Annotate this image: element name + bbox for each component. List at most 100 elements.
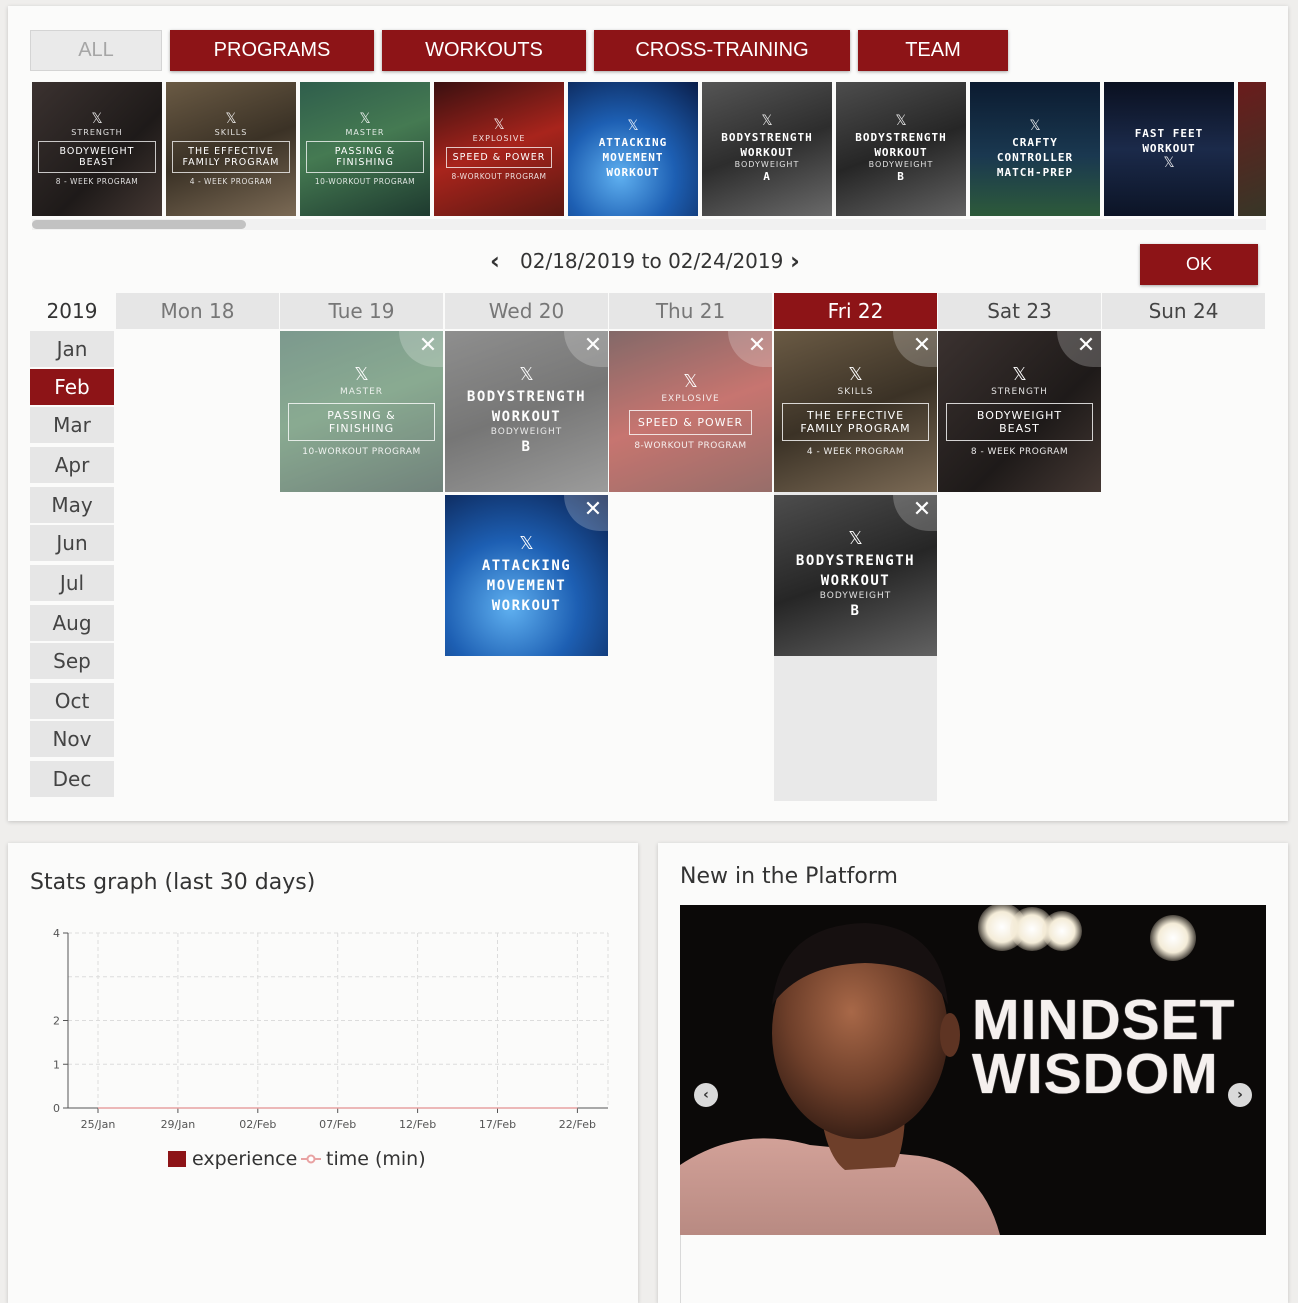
x-tick-label: 07/Feb — [319, 1118, 356, 1131]
brand-logo-icon: 𝕏 — [761, 113, 773, 129]
day-header-thu: Thu 21 — [609, 293, 772, 329]
chevron-left-icon[interactable]: ‹ — [694, 1083, 718, 1107]
program-carousel[interactable]: 𝕏 STRENGTH BODYWEIGHT BEAST 8 - WEEK PRO… — [32, 82, 1266, 217]
month-may[interactable]: May — [30, 487, 114, 523]
x-tick-label: 17/Feb — [479, 1118, 516, 1131]
month-oct[interactable]: Oct — [30, 683, 114, 719]
brand-logo-icon: 𝕏 — [683, 370, 698, 392]
item-title: ATTACKING MOVEMENT WORKOUT — [481, 558, 572, 614]
item-kicker: SKILLS — [214, 128, 248, 137]
scheduled-speed-power[interactable]: 𝕏 EXPLOSIVE SPEED & POWER 8-WORKOUT PROG… — [609, 331, 772, 492]
month-jun[interactable]: Jun — [30, 525, 114, 561]
brand-logo-icon: 𝕏 — [359, 111, 371, 127]
y-tick-label: 1 — [53, 1058, 60, 1071]
item-kicker: SKILLS — [837, 387, 874, 397]
item-kicker: BODYWEIGHT — [868, 160, 934, 169]
banner-line-2: WISDOM — [972, 1042, 1219, 1106]
item-title: ATTACKING MOVEMENT WORKOUT — [598, 135, 668, 179]
day-header-sat: Sat 23 — [938, 293, 1101, 329]
carousel-item-bodystrength-b[interactable]: 𝕏 BODYSTRENGTH WORKOUT BODYWEIGHT B — [836, 82, 966, 216]
item-title: BODYSTRENGTH WORKOUT — [855, 131, 947, 159]
item-title: SPEED & POWER — [628, 409, 753, 435]
carousel-item-bodyweight-beast[interactable]: 𝕏 STRENGTH BODYWEIGHT BEAST 8 - WEEK PRO… — [32, 82, 162, 216]
month-aug[interactable]: Aug — [30, 605, 114, 641]
x-tick-label: 02/Feb — [239, 1118, 276, 1131]
scheduled-bodystrength-b[interactable]: 𝕏 BODYSTRENGTH WORKOUT BODYWEIGHT B ✕ — [445, 331, 608, 492]
filter-cross-training-button[interactable]: CROSS-TRAINING — [594, 30, 850, 71]
x-tick-label: 29/Jan — [161, 1118, 196, 1131]
brand-logo-icon: 𝕏 — [493, 116, 505, 133]
item-title: CRAFTY CONTROLLER MATCH-PREP — [996, 135, 1074, 179]
next-week-icon[interactable]: › — [790, 249, 800, 273]
month-mar[interactable]: Mar — [30, 407, 114, 443]
brand-logo-icon: 𝕏 — [627, 117, 639, 134]
item-subtitle: 8 - WEEK PROGRAM — [970, 447, 1069, 457]
item-subtitle: 8 - WEEK PROGRAM — [55, 177, 139, 186]
month-nov[interactable]: Nov — [30, 721, 114, 757]
day-header-fri: Fri 22 — [774, 293, 937, 329]
item-title: PASSING & FINISHING — [288, 403, 435, 441]
carousel-scrollbar-thumb[interactable] — [32, 220, 246, 229]
item-subtitle: 4 - WEEK PROGRAM — [806, 447, 905, 457]
filter-workouts-button[interactable]: WORKOUTS — [382, 30, 586, 71]
month-feb[interactable]: Feb — [30, 369, 114, 405]
item-subtitle: 8-WORKOUT PROGRAM — [634, 440, 747, 451]
scheduled-passing-finishing[interactable]: 𝕏 MASTER PASSING & FINISHING 10-WORKOUT … — [280, 331, 443, 492]
item-kicker: MASTER — [339, 387, 384, 397]
item-title: BODYSTRENGTH WORKOUT — [795, 553, 916, 589]
chevron-right-icon[interactable]: › — [1228, 1083, 1252, 1107]
scheduled-bodyweight-beast[interactable]: 𝕏 STRENGTH BODYWEIGHT BEAST 8 - WEEK PRO… — [938, 331, 1101, 492]
item-title: THE EFFECTIVE FAMILY PROGRAM — [172, 141, 290, 173]
ok-button[interactable]: OK — [1140, 244, 1258, 285]
item-variant: A — [763, 170, 771, 183]
prev-week-icon[interactable]: ‹ — [490, 249, 500, 273]
legend-time-label: time (min) — [326, 1148, 426, 1170]
brand-logo-icon: 𝕏 — [519, 364, 534, 385]
filter-programs-button[interactable]: PROGRAMS — [170, 30, 374, 71]
brand-logo-icon: 𝕏 — [354, 364, 369, 385]
item-subtitle: 8-WORKOUT PROGRAM — [451, 171, 547, 181]
carousel-item-partial[interactable] — [1238, 82, 1266, 216]
item-kicker: BODYWEIGHT — [819, 591, 892, 601]
stats-chart: 0 1 2 4 25/Jan 29/Jan 02/Feb 07/Feb 12/Feb 17/Feb… — [53, 927, 609, 1131]
month-apr[interactable]: Apr — [30, 447, 114, 483]
scheduled-family-program[interactable]: 𝕏 SKILLS THE EFFECTIVE FAMILY PROGRAM 4 … — [774, 331, 937, 492]
month-jul[interactable]: Jul — [30, 565, 114, 601]
brand-logo-icon: 𝕏 — [91, 111, 103, 127]
item-variant: B — [521, 439, 532, 455]
carousel-item-attacking-movement[interactable]: 𝕏 ATTACKING MOVEMENT WORKOUT — [568, 82, 698, 216]
item-title: PASSING & FINISHING — [306, 141, 424, 173]
carousel-item-crafty-controller[interactable]: 𝕏 CRAFTY CONTROLLER MATCH-PREP — [970, 82, 1100, 216]
filter-team-button[interactable]: TEAM — [858, 30, 1008, 71]
news-banner-slide[interactable]: MINDSET WISDOM ‹ › — [680, 905, 1266, 1235]
legend-time[interactable]: time (min) — [300, 1148, 426, 1170]
item-kicker: EXPLOSIVE — [661, 393, 720, 404]
news-title: New in the Platform — [680, 864, 898, 889]
carousel-item-passing-finishing[interactable]: 𝕏 MASTER PASSING & FINISHING 10-WORKOUT … — [300, 82, 430, 216]
month-dec[interactable]: Dec — [30, 761, 114, 797]
brand-logo-icon: 𝕏 — [1012, 364, 1027, 385]
legend-experience[interactable]: experience — [168, 1148, 297, 1170]
y-tick-label: 4 — [53, 927, 60, 940]
y-tick-label: 2 — [53, 1015, 60, 1028]
scheduled-attacking-movement[interactable]: 𝕏 ATTACKING MOVEMENT WORKOUT ✕ — [445, 495, 608, 656]
item-subtitle: 10-WORKOUT PROGRAM — [314, 177, 416, 186]
item-kicker: BODYWEIGHT — [490, 427, 563, 437]
month-sep[interactable]: Sep — [30, 643, 114, 679]
x-tick-label: 22/Feb — [559, 1118, 596, 1131]
x-tick-label: 12/Feb — [399, 1118, 436, 1131]
day-header-mon: Mon 18 — [116, 293, 279, 329]
brand-logo-icon: 𝕏 — [848, 364, 863, 385]
carousel-item-speed-power[interactable]: 𝕏 EXPLOSIVE SPEED & POWER 8-WORKOUT PROG… — [434, 82, 564, 216]
brand-logo-icon: 𝕏 — [1163, 155, 1175, 171]
item-title: SPEED & POWER — [445, 146, 553, 168]
scheduled-bodystrength-b[interactable]: 𝕏 BODYSTRENGTH WORKOUT BODYWEIGHT B ✕ — [774, 495, 937, 656]
item-subtitle: 4 - WEEK PROGRAM — [189, 177, 273, 186]
banner-line-1: MINDSET — [972, 988, 1236, 1052]
month-jan[interactable]: Jan — [30, 331, 114, 367]
carousel-item-bodystrength-a[interactable]: 𝕏 BODYSTRENGTH WORKOUT BODYWEIGHT A — [702, 82, 832, 216]
carousel-item-fast-feet[interactable]: FAST FEET WORKOUT 𝕏 — [1104, 82, 1234, 216]
planner-card: ALL PROGRAMS WORKOUTS CROSS-TRAINING TEA… — [8, 6, 1288, 821]
filter-all-button[interactable]: ALL — [30, 30, 162, 71]
carousel-item-family-program[interactable]: 𝕏 SKILLS THE EFFECTIVE FAMILY PROGRAM 4 … — [166, 82, 296, 216]
